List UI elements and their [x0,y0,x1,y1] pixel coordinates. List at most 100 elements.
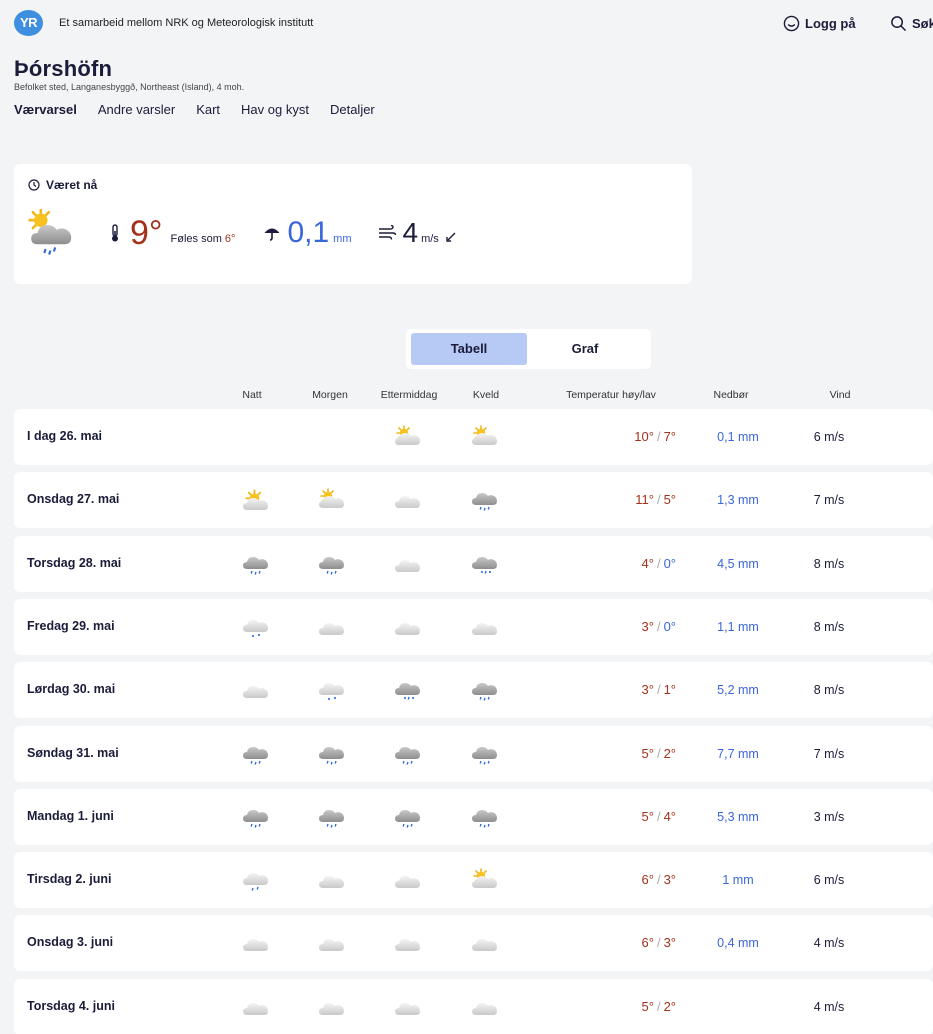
cloudy-icon [241,929,271,959]
temperature-low: 2° [663,998,676,1014]
cloudy-icon [393,486,423,516]
temperature-high: 5° [641,808,654,824]
temperature-separator: / [656,808,661,824]
temperature-high: 4° [641,555,654,571]
current-weather-label: Været nå [46,178,98,192]
wind-value: 6 m/s [813,430,845,444]
cloudy-icon [393,929,423,959]
rain-icon [317,803,347,828]
wind-value: 7 m/s [813,493,845,508]
wind-value: 8 m/s [813,619,845,634]
tab-hav-og-kyst[interactable]: Hav og kyst [241,102,309,120]
forecast-day-label: Torsdag 4. juni [27,998,115,1013]
column-header-natt: Natt [242,389,262,401]
umbrella-icon [264,228,280,241]
temperature-separator: / [656,555,661,571]
sleet-icon [393,676,423,700]
forecast-day-label: Mandag 1. juni [27,808,114,823]
forecast-day-label: Lørdag 30. mai [27,682,116,697]
temperature-high-low: 5°/4° [534,808,677,824]
feels-like-value: 6° [224,233,236,245]
current-precipitation: 0,1 [287,216,330,249]
tab-andre-varsler[interactable]: Andre varsler [98,102,175,120]
column-header-nedbor: Nedbør [713,389,749,401]
temperature-separator: / [656,935,661,951]
search-label: Søk [912,15,933,31]
precipitation-value: 4,5 mm [717,556,759,571]
clock-icon [28,179,40,191]
temperature-high: 6° [641,935,654,951]
temperature-high-low: 6°/3° [534,872,677,888]
column-header-temperatur: Temperatur høy/lav [566,389,656,401]
feels-like-label: Føles som [170,233,222,245]
temperature-high-low: 3°/1° [534,682,677,698]
forecast-row[interactable]: Onsdag 3. juni 6°/3° 0,4 mm 4 m/s [14,915,933,972]
precipitation-value: 1,3 mm [717,493,759,508]
top-bar: YR Et samarbeid mellom NRK og Meteorolog… [0,0,933,48]
temperature-separator: / [656,618,661,634]
tab-detaljer[interactable]: Detaljer [330,102,375,120]
rain-icon [470,676,500,701]
column-header-ettermiddag: Ettermiddag [380,389,438,401]
graf-button[interactable]: Graf [527,333,643,365]
forecast-row[interactable]: Mandag 1. juni 5°/4° 5,3 mm 3 m/s [14,788,933,845]
thermometer-icon [112,224,118,242]
forecast-row[interactable]: Lørdag 30. mai 3°/1° 5,2 mm 8 m/s [14,662,933,719]
cloudy-icon [317,613,347,643]
yr-logo[interactable]: YR [14,10,43,36]
forecast-row[interactable]: Onsdag 27. mai 11°/5° 1,3 mm 7 m/s [14,472,933,529]
precipitation-value: 1,1 mm [717,619,759,634]
forecast-row[interactable]: Torsdag 28. mai 4°/0° 4,5 mm 8 m/s [14,535,933,592]
current-wind: 4 [402,217,419,248]
wind-direction-icon [446,232,456,242]
tab-vaervarsel[interactable]: Værvarsel [14,102,77,120]
wind-value: 7 m/s [813,746,845,761]
forecast-day-label: Onsdag 27. mai [27,492,120,507]
tabell-button[interactable]: Tabell [411,333,527,365]
forecast-day-label: Onsdag 3. juni [27,935,114,950]
forecast-row[interactable]: Fredag 29. mai 3°/0° 1,1 mm 8 m/s [14,598,933,655]
forecast-row[interactable]: Søndag 31. mai 5°/2° 7,7 mm 7 m/s [14,725,933,782]
cloudy-icon [241,676,271,706]
temperature-low: 0° [663,618,676,634]
cloudy-icon [317,866,347,896]
rain-icon [241,740,271,765]
temperature-high-low: 10°/7° [534,429,676,444]
partly-cloudy-icon [317,486,347,516]
forecast-row[interactable]: I dag 26. mai 10°/7° 0,1 mm 6 m/s [14,409,933,465]
column-header-kveld: Kveld [472,389,500,401]
rain-icon [317,550,347,575]
temperature-separator: / [656,998,661,1014]
temperature-low: 1° [663,682,676,698]
current-weather-card: Været nå 9° Føles som 6° 0,1 mm 4 m/s [14,164,692,284]
partly-cloudy-icon [393,423,423,453]
partly-cloudy-bright-icon [241,489,271,516]
partly-cloudy-icon [470,423,500,453]
current-temperature: 9° [130,214,163,252]
wind-unit: m/s [421,233,439,245]
login-button[interactable]: Logg på [783,12,856,34]
current-weather-values: 9° Føles som 6° 0,1 mm 4 m/s [28,208,457,258]
forecast-row[interactable]: Tirsdag 2. juni 6°/3° 1 mm 6 m/s [14,852,933,909]
temperature-low: 7° [663,429,676,444]
temperature-high-low: 11°/5° [534,492,676,507]
temperature-high: 6° [641,872,654,888]
tab-kart[interactable]: Kart [196,102,220,120]
temperature-high: 5° [641,998,654,1014]
forecast-day-label: I dag 26. mai [27,429,103,443]
search-button[interactable]: Søk [890,12,933,34]
precipitation-value: 5,3 mm [717,809,759,824]
cloudy-icon [470,993,500,1023]
temperature-high-low: 3°/0° [534,618,677,634]
temperature-separator: / [656,429,661,444]
search-icon [891,15,906,31]
temperature-low: 4° [663,808,676,824]
light-rain-icon [241,866,271,891]
forecast-row[interactable]: Torsdag 4. juni 5°/2° 4 m/s [14,978,933,1034]
temperature-high: 5° [641,745,654,761]
wind-value: 4 m/s [813,936,845,951]
rain-icon [241,803,271,828]
wind-value: 3 m/s [813,809,845,824]
forecast-day-label: Søndag 31. mai [27,745,119,760]
temperature-high-low: 6°/3° [534,935,677,951]
